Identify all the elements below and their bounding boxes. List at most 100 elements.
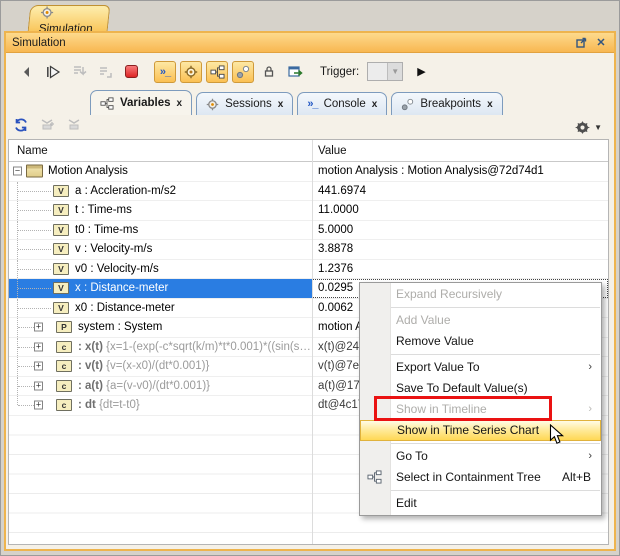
tree-line <box>18 230 51 231</box>
tree-line <box>18 191 51 192</box>
simulation-window: Simulation Simulation ✕ <box>0 0 620 556</box>
row-name-cell[interactable]: Vv : Velocity-m/s <box>9 240 312 259</box>
lock-button[interactable] <box>258 61 280 83</box>
table-row[interactable]: Vt : Time-ms11.0000 <box>9 201 608 221</box>
step-over-button[interactable] <box>94 61 116 83</box>
row-name-cell[interactable]: +c: v(t) {v=(x-x0)/(dt*0.001)} <box>9 357 312 376</box>
float-icon[interactable] <box>574 36 588 50</box>
value-property-icon: V <box>53 302 69 314</box>
mouse-cursor <box>549 424 566 451</box>
add-value-icon[interactable] <box>40 118 55 136</box>
row-label: x : Distance-meter <box>75 279 168 298</box>
row-label: a : Accleration-m/s2 <box>75 182 176 201</box>
menu-item-edit[interactable]: Edit <box>360 493 601 514</box>
simulation-icon <box>184 65 198 79</box>
column-header-name[interactable]: Name <box>9 140 312 161</box>
close-icon[interactable]: ✕ <box>594 36 608 50</box>
row-value-cell[interactable]: 5.0000 <box>312 221 608 240</box>
row-name-cell[interactable]: +c: a(t) {a=(v-v0)/(dt*0.001)} <box>9 377 312 396</box>
close-tab-icon[interactable]: x <box>278 99 284 110</box>
close-tab-icon[interactable]: x <box>487 99 493 110</box>
collapse-expander-icon[interactable]: − <box>13 167 22 176</box>
menu-item-label: Export Value To <box>396 360 480 374</box>
tab-console[interactable]: »_ Console x <box>297 92 387 115</box>
menu-item-label: Go To <box>396 449 428 463</box>
console-icon: »_ <box>307 98 317 110</box>
value-property-icon: V <box>53 224 69 236</box>
stop-button[interactable] <box>120 61 142 83</box>
row-name-cell[interactable]: Va : Accleration-m/s2 <box>9 182 312 201</box>
row-value-cell[interactable]: 441.6974 <box>312 182 608 201</box>
menu-item-expand-recursively[interactable]: Expand Recursively <box>360 284 601 305</box>
row-value-cell[interactable]: 1.2376 <box>312 260 608 279</box>
tab-sessions[interactable]: Sessionsx <box>196 92 293 115</box>
row-label-rest: {x=1-(exp(-c*sqrt(k/m)*t*0.001)*((sin(s… <box>103 341 311 353</box>
gear-icon <box>575 120 590 135</box>
options-button[interactable]: ▼ <box>575 120 602 135</box>
row-name-cell[interactable]: Vx : Distance-meter <box>9 279 312 298</box>
run-button[interactable] <box>42 61 64 83</box>
panel-titlebar: Simulation ✕ <box>6 33 614 53</box>
row-name-cell[interactable]: Vx0 : Distance-meter <box>9 299 312 318</box>
menu-item-add-value[interactable]: Add Value <box>360 310 601 331</box>
row-value-cell[interactable]: 3.8878 <box>312 240 608 259</box>
close-tab-icon[interactable]: x <box>177 98 183 109</box>
row-value: 0.0295 <box>318 282 353 294</box>
tab-label: Console <box>324 98 366 110</box>
variables-toggle[interactable] <box>206 61 228 83</box>
tree-line <box>18 405 34 406</box>
menu-item-remove-value[interactable]: Remove Value <box>360 331 601 352</box>
overflow-button[interactable]: ▶ <box>417 65 425 78</box>
expand-expander-icon[interactable]: + <box>34 323 43 332</box>
simulation-icon <box>41 6 95 19</box>
row-value: 3.8878 <box>318 243 353 255</box>
row-name-cell[interactable]: Vt0 : Time-ms <box>9 221 312 240</box>
table-row[interactable]: Va : Accleration-m/s2441.6974 <box>9 182 608 202</box>
console-toggle[interactable]: »_ <box>154 61 176 83</box>
export-button[interactable] <box>284 61 306 83</box>
submenu-arrow-icon: › <box>588 446 592 467</box>
table-row[interactable]: Vv0 : Velocity-m/s1.2376 <box>9 260 608 280</box>
row-name-cell[interactable]: Vt : Time-ms <box>9 201 312 220</box>
dock-tab-simulation[interactable]: Simulation <box>28 5 110 31</box>
row-name-cell[interactable]: +Psystem : System <box>9 318 312 337</box>
table-row[interactable]: Vt0 : Time-ms5.0000 <box>9 221 608 241</box>
variables-toolbar: ▼ <box>6 115 614 139</box>
table-row[interactable]: Vv : Velocity-m/s 3.8878 <box>9 240 608 260</box>
row-value-cell[interactable]: motion Analysis : Motion Analysis@72d74d… <box>312 162 608 181</box>
column-header-value[interactable]: Value <box>312 140 608 161</box>
row-label: : dt {dt=t-t0} <box>78 396 140 415</box>
table-row[interactable]: −Motion Analysismotion Analysis : Motion… <box>9 162 608 182</box>
simulation-toggle[interactable] <box>180 61 202 83</box>
part-property-icon: P <box>56 321 72 333</box>
rewind-button[interactable] <box>16 61 38 83</box>
expand-expander-icon[interactable]: + <box>34 381 43 390</box>
tab-variables[interactable]: Variablesx <box>90 90 192 115</box>
row-label-bold: : dt <box>78 399 96 411</box>
menu-item-export-value-to[interactable]: Export Value To› <box>360 357 601 378</box>
menu-separator <box>361 307 600 308</box>
simulation-icon <box>206 98 219 111</box>
row-name-cell[interactable]: Vv0 : Velocity-m/s <box>9 260 312 279</box>
row-name-cell[interactable]: −Motion Analysis <box>9 162 312 181</box>
row-value-cell[interactable]: 11.0000 <box>312 201 608 220</box>
column-divider[interactable] <box>312 140 313 544</box>
close-tab-icon[interactable]: x <box>372 99 378 110</box>
submenu-arrow-icon: › <box>588 399 592 420</box>
tab-breakpoints[interactable]: Breakpointsx <box>391 92 502 115</box>
instance-block-icon <box>26 165 43 178</box>
expand-expander-icon[interactable]: + <box>34 362 43 371</box>
breakpoints-toggle[interactable] <box>232 61 254 83</box>
row-name-cell[interactable]: +c: x(t) {x=1-(exp(-c*sqrt(k/m)*t*0.001)… <box>9 338 312 357</box>
trigger-select[interactable]: ▼ <box>367 62 403 81</box>
console-icon: »_ <box>160 66 170 78</box>
remove-value-icon[interactable] <box>67 118 82 136</box>
refresh-icon[interactable] <box>14 118 28 137</box>
menu-item-select-in-containment-tree[interactable]: Select in Containment TreeAlt+B <box>360 467 601 488</box>
expand-expander-icon[interactable]: + <box>34 401 43 410</box>
expand-expander-icon[interactable]: + <box>34 342 43 351</box>
hierarchy-icon <box>100 97 114 110</box>
row-name-cell[interactable]: +c: dt {dt=t-t0} <box>9 396 312 415</box>
step-into-button[interactable] <box>68 61 90 83</box>
menu-item-label: Edit <box>396 496 417 510</box>
